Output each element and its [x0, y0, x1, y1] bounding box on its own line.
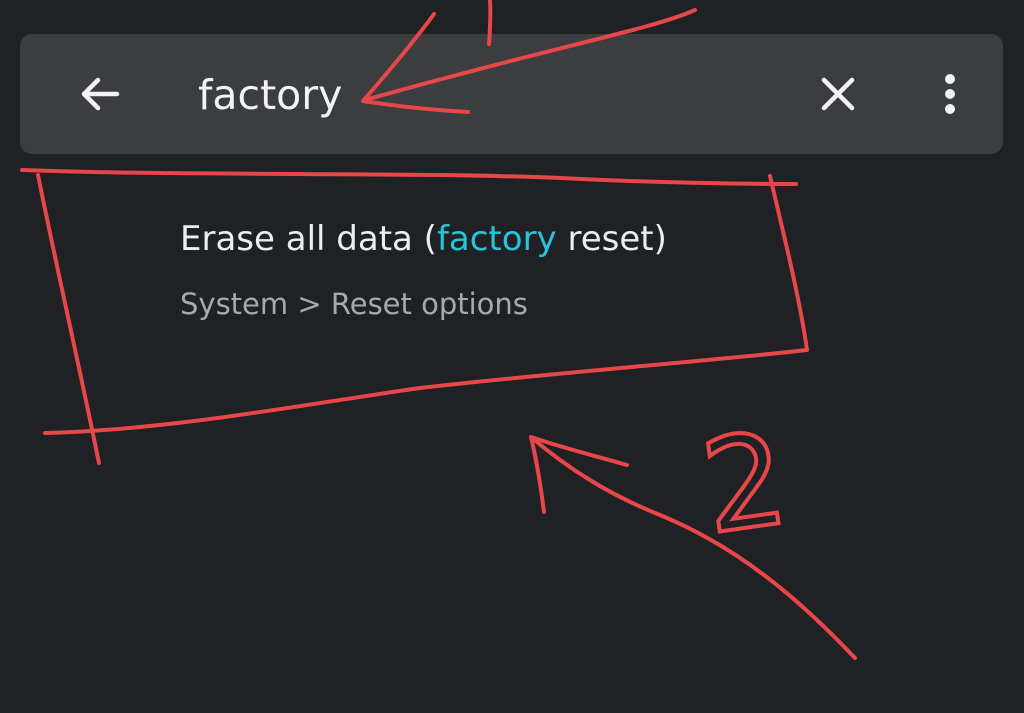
- clear-search-button[interactable]: [810, 66, 866, 122]
- search-input[interactable]: [198, 64, 758, 126]
- arrow-back-icon: [81, 77, 120, 111]
- more-vert-icon: [945, 74, 955, 114]
- close-icon: [821, 77, 855, 111]
- search-result-item[interactable]: Erase all data (factory reset) System > …: [0, 195, 1024, 345]
- result-title: Erase all data (factory reset): [180, 219, 667, 259]
- annotation-arrow-2: [530, 436, 857, 660]
- result-title-suffix: reset): [556, 219, 667, 259]
- back-button[interactable]: [72, 66, 128, 122]
- more-options-button[interactable]: [922, 66, 978, 122]
- annotation-step-2-label: 2: [694, 405, 795, 564]
- annotation-arrow-2-head: [529, 435, 629, 514]
- search-bar: [20, 34, 1003, 154]
- result-path: System > Reset options: [180, 287, 528, 321]
- result-title-highlight: factory: [436, 219, 557, 259]
- result-title-prefix: Erase all data (: [180, 219, 437, 259]
